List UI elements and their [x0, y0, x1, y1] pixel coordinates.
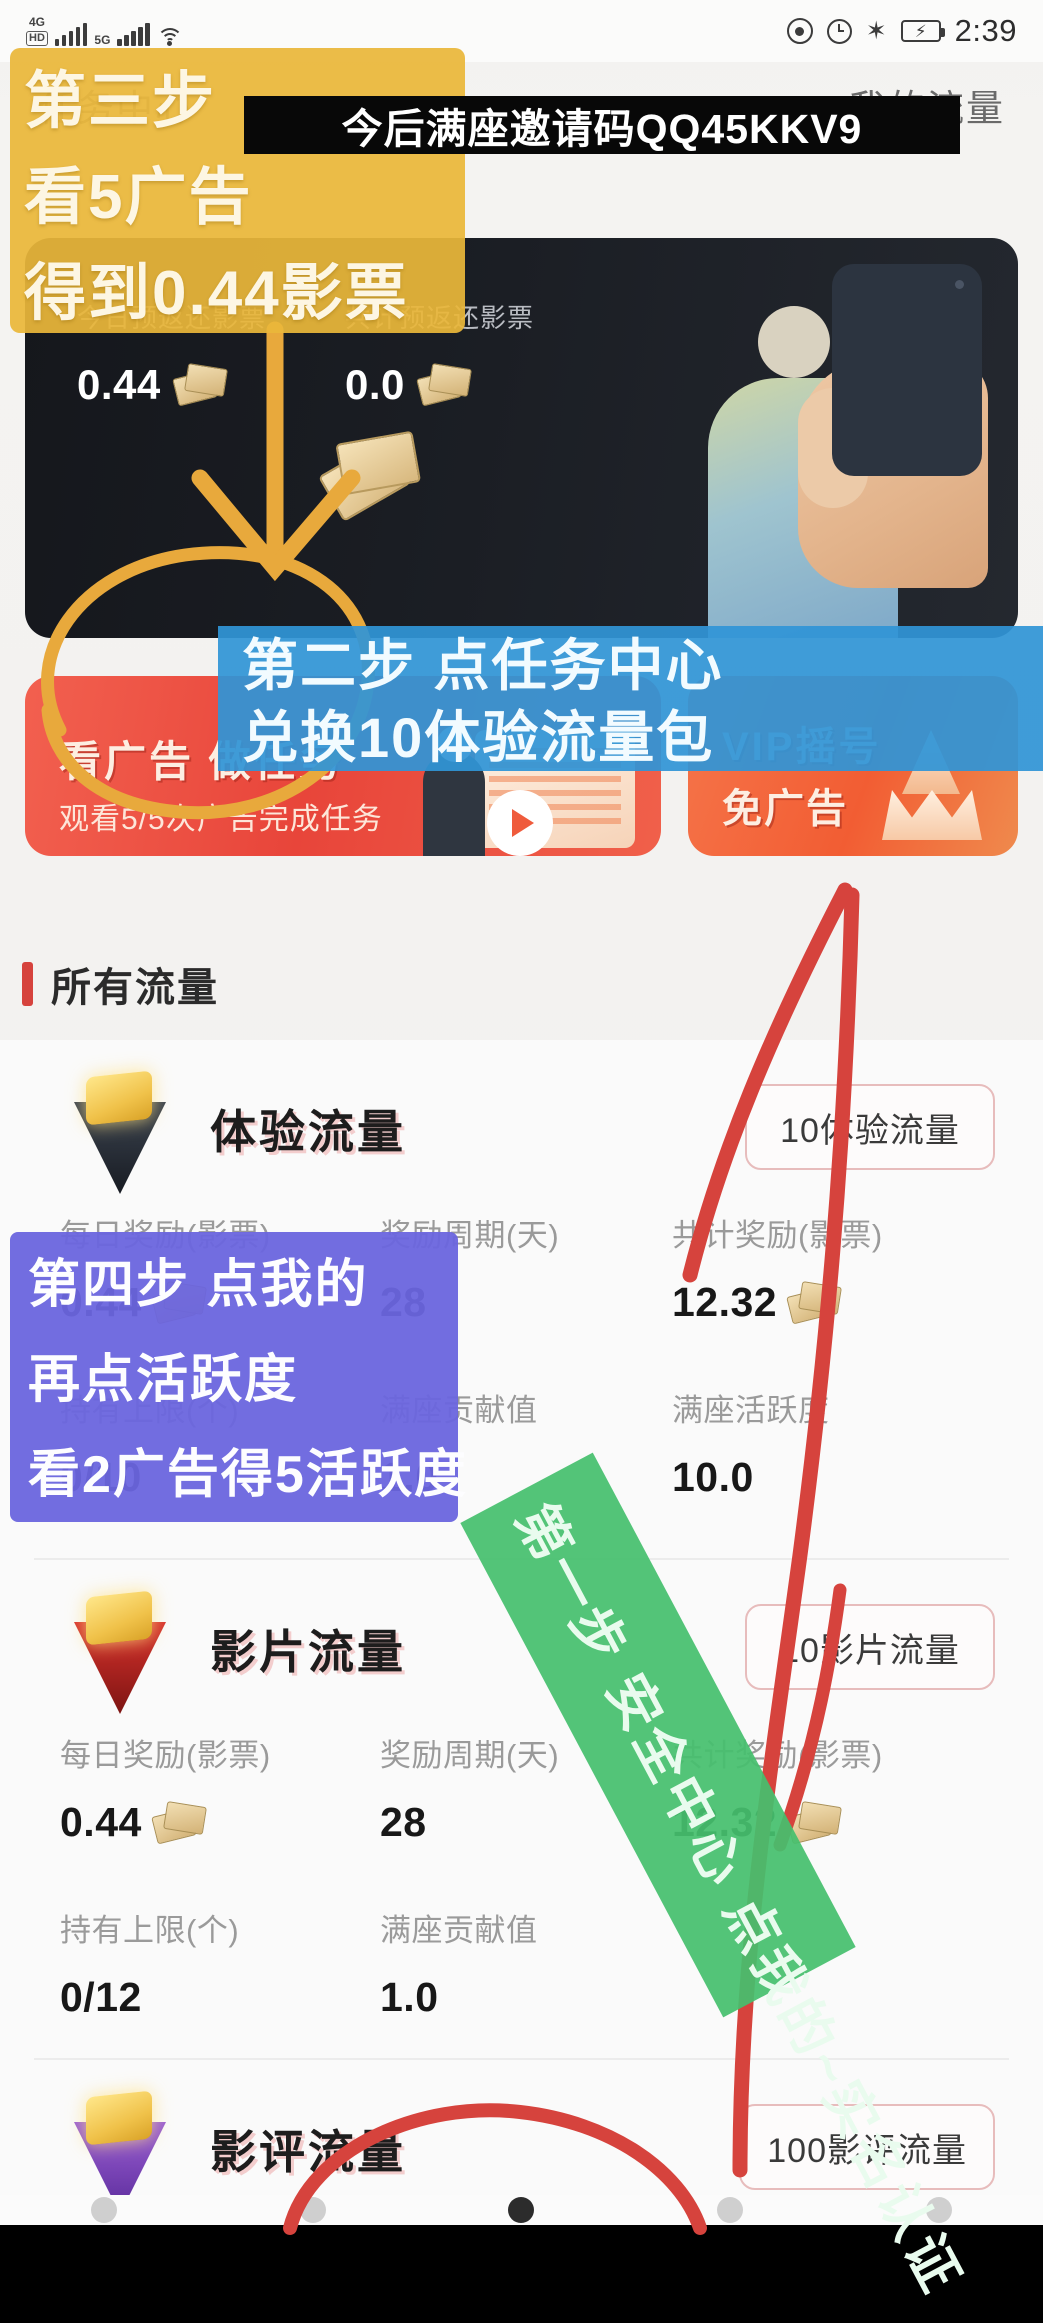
annotation-step4-line3: 看2广告得5活跃度: [28, 1446, 468, 1504]
stat-value: 0/12: [60, 1974, 142, 2020]
annotation-step3-line3: 得到0.44影票: [24, 259, 409, 328]
network-4g-label: 4G: [28, 15, 45, 29]
hero-stat-today-value: 0.44: [77, 361, 161, 408]
traffic-card-action-label: 10影片流量: [780, 1631, 960, 1670]
status-bar-clock: 2:39: [954, 13, 1017, 48]
yellow-gem-cone-icon: [60, 1066, 180, 1196]
stat-label: 持有上限(个): [60, 1913, 240, 1948]
annotation-invite-code: 今后满座邀请码QQ45KKV9: [341, 106, 863, 152]
signal-bars-secondary-icon: [117, 22, 150, 46]
wifi-icon: [156, 25, 183, 46]
network-5g-label: 5G: [94, 33, 111, 47]
stat-label: 每日奖励(影票): [60, 1738, 271, 1773]
ticket-icon: [786, 1280, 843, 1324]
stat-label: 满座贡献值: [380, 1913, 538, 1948]
red-gem-cone-icon: [60, 1586, 180, 1716]
stat-contribution: 满座贡献值 1.0: [380, 1905, 538, 2021]
hd-badge-icon: HD: [26, 31, 48, 46]
stat-value: 1.0: [380, 1974, 439, 2020]
annotation-step2-line1: 第二步 点任务中心: [242, 634, 724, 697]
stat-row: 每日奖励(影票) 0.44 奖励周期(天) 28 共计奖励(影票) 12.32: [0, 1730, 1043, 1905]
stat-value: 10.0: [672, 1454, 754, 1500]
stat-total-reward: 共计奖励(影票) 12.32: [672, 1210, 883, 1326]
stat-value: 12.32: [672, 1279, 778, 1325]
stat-reward-cycle: 奖励周期(天) 28: [380, 1730, 559, 1846]
ticket-icon: [151, 1800, 208, 1844]
traffic-card-header: 体验流量 10体验流量: [0, 1040, 1043, 1210]
stat-activity: 满座活跃度 10.0: [672, 1385, 830, 1501]
annotation-step2-line2: 兑换10体验流量包: [242, 706, 715, 769]
annotation-step4-line2: 再点活跃度: [28, 1351, 299, 1409]
stat-label: 共计奖励(影票): [672, 1218, 883, 1253]
section-title: 所有流量: [51, 966, 219, 1010]
traffic-card-name: 影评流量: [210, 2126, 406, 2178]
stat-label: 满座活跃度: [672, 1393, 830, 1428]
ticket-icon: [416, 363, 473, 407]
traffic-card-name: 影片流量: [210, 1626, 406, 1678]
stat-value: 28: [380, 1799, 427, 1845]
annotation-step2: 第二步 点任务中心 兑换10体验流量包: [218, 626, 1043, 771]
alarm-clock-icon: [826, 18, 852, 44]
promo-watch-ads-subtitle: 观看5/5次广告完成任务: [59, 803, 383, 836]
signal-bars-icon: [54, 22, 88, 46]
stat-value: 0.44: [60, 1799, 142, 1845]
stat-daily-reward: 每日奖励(影票) 0.44: [60, 1730, 271, 1846]
nav-item-2-icon[interactable]: [299, 2197, 326, 2223]
status-bar-right: ✶ ⚡ 2:39: [786, 13, 1017, 49]
traffic-card-action-button[interactable]: 10影片流量: [745, 1604, 995, 1690]
traffic-card-action-button[interactable]: 10体验流量: [745, 1084, 995, 1170]
status-bar-left: 4G HD 5G: [26, 16, 183, 46]
traffic-card-name: 体验流量: [210, 1106, 406, 1158]
annotation-invite-banner: 今后满座邀请码QQ45KKV9: [244, 96, 960, 154]
section-header-all-traffic: 所有流量: [22, 955, 219, 1013]
annotation-step4: 第四步 点我的 再点活跃度 看2广告得5活跃度: [10, 1232, 468, 1522]
hero-stat-total-value: 0.0: [345, 361, 405, 408]
section-accent-bar: [22, 962, 33, 1006]
app-root: 4G HD 5G ✶ ⚡ 2:39 任务中心 我的流量: [0, 0, 1043, 2304]
hero-illustration: [588, 238, 1018, 638]
stat-label: 奖励周期(天): [380, 1738, 560, 1773]
stat-hold-limit: 持有上限(个) 0/12: [60, 1905, 239, 2021]
eye-comfort-icon: [786, 18, 813, 44]
annotation-step3-line2: 看5广告: [24, 163, 253, 232]
stat-row: 持有上限(个) 0/12 满座贡献值 1.0: [0, 1905, 1043, 2080]
promo-vip-subtitle: 免广告: [722, 787, 848, 831]
bluetooth-icon: ✶: [865, 16, 887, 45]
nav-item-4-icon[interactable]: [717, 2197, 744, 2223]
traffic-card-stats: 每日奖励(影票) 0.44 奖励周期(天) 28 共计奖励(影票) 12.32 …: [0, 1730, 1043, 2080]
ticket-icon: [171, 363, 229, 407]
annotation-step4-line1: 第四步 点我的: [28, 1256, 369, 1314]
traffic-card-action-label: 10体验流量: [780, 1111, 960, 1150]
annotation-step3: 第三步 看5广告 得到0.44影票: [10, 48, 465, 333]
battery-charging-icon: ⚡: [900, 20, 945, 42]
nav-item-3-icon[interactable]: [508, 2197, 535, 2223]
nav-item-1-icon[interactable]: [91, 2197, 118, 2223]
